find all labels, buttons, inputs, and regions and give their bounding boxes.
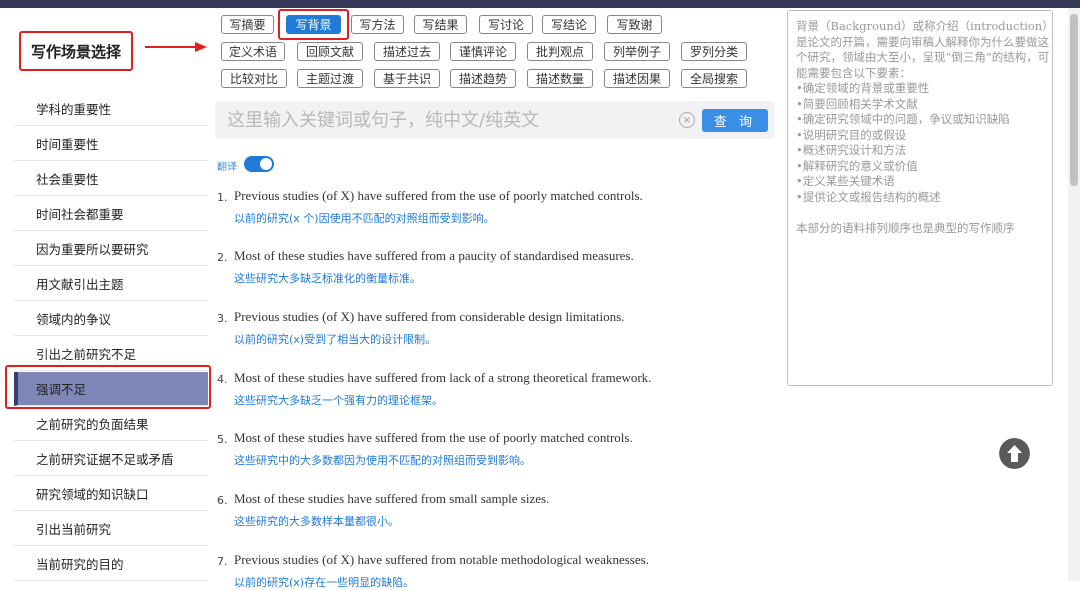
result-english[interactable]: Most of these studies have suffered from…: [234, 491, 549, 507]
sidebar-item[interactable]: 当前研究的目的: [14, 547, 208, 581]
search-button[interactable]: 查 询: [702, 109, 768, 132]
sidebar-item[interactable]: 用文献引出主题: [14, 267, 208, 301]
translate-toggle[interactable]: [244, 156, 274, 172]
scene-label: 写作场景选择: [30, 42, 121, 61]
result-chinese: 以前的研究(x)受到了相当大的设计限制。: [234, 333, 437, 346]
tag-describe-quantity[interactable]: 描述数量: [527, 69, 593, 88]
tag-define-terms[interactable]: 定义术语: [221, 42, 285, 61]
sidebar-item[interactable]: 时间重要性: [14, 127, 208, 161]
arrow-up-circle-icon[interactable]: [999, 438, 1030, 469]
result-number: 3.: [217, 312, 228, 325]
result-number: 1.: [217, 191, 228, 204]
top-bar: [0, 0, 1080, 8]
clear-circle-icon[interactable]: ×: [679, 112, 695, 128]
translate-label: 翻译: [217, 162, 237, 173]
sidebar-item[interactable]: 因为重要所以要研究: [14, 232, 208, 266]
result-english[interactable]: Most of these studies have suffered from…: [234, 430, 633, 446]
tab-background[interactable]: 写背景: [286, 15, 341, 34]
result-chinese: 这些研究中的大多数都因为使用不匹配的对照组而受到影响。: [234, 454, 531, 467]
tag-describe-causality[interactable]: 描述因果: [604, 69, 670, 88]
tag-list-examples[interactable]: 列举例子: [604, 42, 670, 61]
sidebar-item[interactable]: 引出当前研究: [14, 512, 208, 546]
result-chinese: 这些研究大多缺乏标准化的衡量标准。: [234, 272, 421, 285]
tab-acknowledgement[interactable]: 写致谢: [607, 15, 662, 34]
tag-criticize-view[interactable]: 批判观点: [527, 42, 593, 61]
sidebar-item[interactable]: 领域内的争议: [14, 302, 208, 336]
result-chinese: 以前的研究(x 个)因使用不匹配的对照组而受到影响。: [234, 212, 495, 225]
tag-based-on-consensus[interactable]: 基于共识: [374, 69, 440, 88]
result-english[interactable]: Previous studies (of X) have suffered fr…: [234, 309, 624, 325]
tag-cautious-comment[interactable]: 谨慎评论: [450, 42, 516, 61]
search-bar: × 查 询: [215, 101, 775, 139]
result-number: 4.: [217, 373, 228, 386]
result-chinese: 以前的研究(x)存在一些明显的缺陷。: [234, 576, 415, 589]
sidebar-item[interactable]: 研究领域的知识缺口: [14, 477, 208, 511]
tag-describe-trend[interactable]: 描述趋势: [450, 69, 516, 88]
tag-global-search[interactable]: 全局搜索: [681, 69, 747, 88]
sidebar-item[interactable]: 学科的重要性: [14, 92, 208, 126]
result-number: 5.: [217, 433, 228, 446]
info-panel[interactable]: 背景（Background）或称介绍（introduction）是论文的开篇，需…: [787, 10, 1053, 386]
red-arrow-icon: [145, 42, 207, 52]
toggle-knob: [260, 158, 272, 170]
tag-topic-transition[interactable]: 主题过渡: [297, 69, 363, 88]
tab-conclusion[interactable]: 写结论: [542, 15, 596, 34]
result-chinese: 这些研究大多缺乏一个强有力的理论框架。: [234, 394, 443, 407]
scrollbar-thumb[interactable]: [1070, 14, 1078, 186]
sidebar-item[interactable]: 之前研究的负面结果: [14, 407, 208, 441]
sidebar-item[interactable]: 社会重要性: [14, 162, 208, 196]
tag-list-categories[interactable]: 罗列分类: [681, 42, 747, 61]
search-input[interactable]: [227, 107, 677, 133]
tab-methods[interactable]: 写方法: [351, 15, 404, 34]
result-number: 6.: [217, 494, 228, 507]
result-english[interactable]: Previous studies (of X) have suffered fr…: [234, 552, 649, 568]
sidebar-annotation-box: [5, 365, 211, 409]
tag-review-literature[interactable]: 回顾文献: [297, 42, 363, 61]
result-english[interactable]: Most of these studies have suffered from…: [234, 370, 651, 386]
result-english[interactable]: Most of these studies have suffered from…: [234, 248, 634, 264]
result-number: 7.: [217, 555, 228, 568]
info-text: 背景（Background）或称介绍（introduction）是论文的开篇，需…: [796, 19, 1050, 235]
result-number: 2.: [217, 251, 228, 264]
tag-compare-contrast[interactable]: 比较对比: [221, 69, 287, 88]
tab-abstract[interactable]: 写摘要: [221, 15, 274, 34]
tab-results[interactable]: 写结果: [414, 15, 467, 34]
sidebar-item[interactable]: 时间社会都重要: [14, 197, 208, 231]
result-english[interactable]: Previous studies (of X) have suffered fr…: [234, 188, 643, 204]
result-chinese: 这些研究的大多数样本量都很小。: [234, 515, 399, 528]
tag-describe-past[interactable]: 描述过去: [374, 42, 440, 61]
sidebar-item[interactable]: 之前研究证据不足或矛盾: [14, 442, 208, 476]
tab-discussion[interactable]: 写讨论: [479, 15, 533, 34]
